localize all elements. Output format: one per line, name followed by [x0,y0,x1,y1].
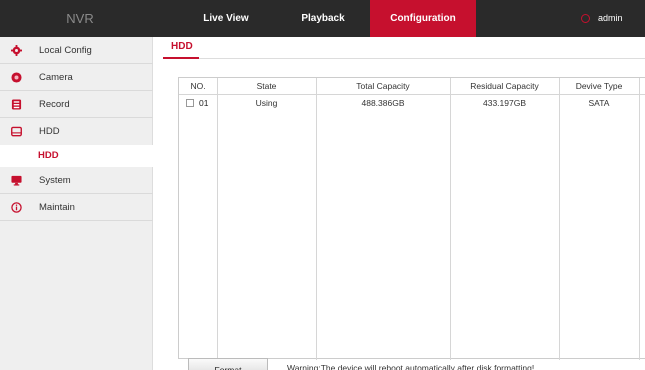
column-header-device-type: Devive Type [575,81,623,91]
sidebar: Local Config Camera Record HDD HDD Syste… [0,37,153,370]
format-warning: Warning:The device will reboot automatic… [287,363,535,370]
title-underline [163,57,199,59]
sidebar-item-label: Maintain [39,202,75,213]
sidebar-item-system[interactable]: System [0,167,153,194]
sidebar-item-record[interactable]: Record [0,91,153,118]
sidebar-item-label: Record [39,99,70,110]
sidebar-subitem-hdd[interactable]: HDD [0,145,153,167]
top-navigation-bar: NVR Live View Playback Configuration adm… [0,0,645,37]
column-divider [217,78,218,360]
tab-playback[interactable]: Playback [283,0,363,37]
column-divider [559,78,560,360]
camera-icon [11,72,22,83]
info-icon [11,202,22,213]
column-header-residual-capacity: Residual Capacity [470,81,539,91]
cell-total-capacity: 488.386GB [361,98,405,108]
sidebar-item-camera[interactable]: Camera [0,64,153,91]
tab-configuration[interactable]: Configuration [370,0,476,37]
column-divider [450,78,451,360]
user-menu[interactable]: admin [578,0,623,37]
column-divider [639,78,640,360]
sidebar-subitem-label: HDD [38,150,59,161]
sidebar-item-maintain[interactable]: Maintain [0,194,153,221]
column-header-total-capacity: Total Capacity [356,81,410,91]
sidebar-item-label: System [39,175,71,186]
cell-no: 01 [199,98,209,108]
column-divider [316,78,317,360]
record-icon [11,99,22,110]
brand-logo: NVR [66,11,94,26]
hdd-icon [11,126,22,137]
format-button[interactable]: Format [188,358,268,370]
page-title: HDD [171,41,193,52]
row-checkbox[interactable] [186,99,194,107]
cell-device-type: SATA [588,98,610,108]
sidebar-item-label: Camera [39,72,73,83]
sidebar-item-local-config[interactable]: Local Config [0,37,153,64]
title-divider [163,58,645,59]
sidebar-item-label: HDD [39,126,60,137]
cell-residual-capacity: 433.197GB [482,98,526,108]
tab-live-view[interactable]: Live View [196,0,256,37]
column-header-no: NO. [190,81,206,91]
cell-state: Using [255,98,278,108]
sidebar-item-label: Local Config [39,45,92,56]
monitor-icon [11,175,22,186]
gear-icon [11,45,22,56]
sidebar-item-hdd[interactable]: HDD [0,118,153,145]
hdd-table: NO. State Total Capacity Residual Capaci… [178,77,645,360]
user-name: admin [598,13,623,23]
column-header-state: State [256,81,277,91]
